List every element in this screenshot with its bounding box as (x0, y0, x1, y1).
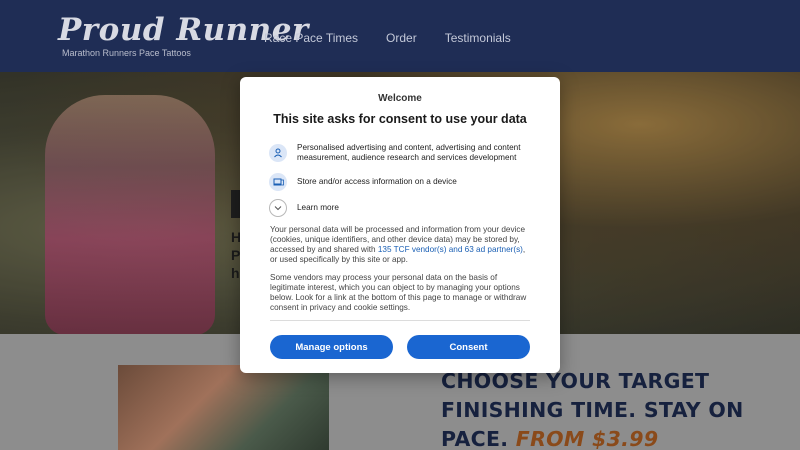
consent-dialog: Welcome This site asks for consent to us… (240, 77, 560, 373)
consent-heading: This site asks for consent to use your d… (273, 112, 527, 126)
consent-button[interactable]: Consent (407, 335, 530, 359)
site-header: Proud Runner Marathon Runners Pace Tatto… (0, 0, 800, 72)
legitimate-interest-text: Some vendors may process your personal d… (270, 273, 527, 312)
consent-welcome: Welcome (378, 93, 422, 104)
purpose-text: Store and/or access information on a dev… (297, 177, 457, 186)
device-icon (269, 173, 287, 191)
cta-line-3-text: PACE. (441, 427, 509, 450)
nav-testimonials[interactable]: Testimonials (445, 31, 511, 45)
hero-text-line-3: h (231, 265, 240, 281)
consent-divider (270, 320, 530, 321)
purpose-text: Personalised advertising and content, ad… (297, 143, 521, 162)
cta-heading: CHOOSE YOUR TARGET FINISHING TIME. STAY … (441, 367, 771, 450)
cta-price: FROM $3.99 (515, 427, 659, 450)
nav-race-pace-times[interactable]: Race Pace Times (264, 31, 358, 45)
person-icon (269, 144, 287, 162)
nav-order[interactable]: Order (386, 31, 417, 45)
main-nav: Race Pace Times Order Testimonials (264, 31, 539, 45)
consent-description: Your personal data will be processed and… (270, 225, 532, 265)
chevron-down-icon[interactable] (269, 199, 287, 217)
runner-figure (45, 95, 215, 335)
learn-more-toggle[interactable]: Learn more (269, 199, 539, 217)
vendors-link[interactable]: 135 TCF vendor(s) and 63 ad partner(s) (378, 245, 523, 254)
cta-line-2: FINISHING TIME. STAY ON (441, 398, 744, 422)
cta-line-3: PACE. FROM $3.99 (441, 425, 771, 450)
purpose-device-storage: Store and/or access information on a dev… (269, 173, 539, 191)
site-tagline: Marathon Runners Pace Tattoos (62, 48, 191, 58)
tattoo-photo (118, 365, 329, 450)
purpose-personalised-ads: Personalised advertising and content, ad… (269, 143, 539, 163)
hero-text-line-2: P (231, 247, 241, 263)
learn-more-label[interactable]: Learn more (297, 203, 339, 213)
manage-options-button[interactable]: Manage options (270, 335, 393, 359)
